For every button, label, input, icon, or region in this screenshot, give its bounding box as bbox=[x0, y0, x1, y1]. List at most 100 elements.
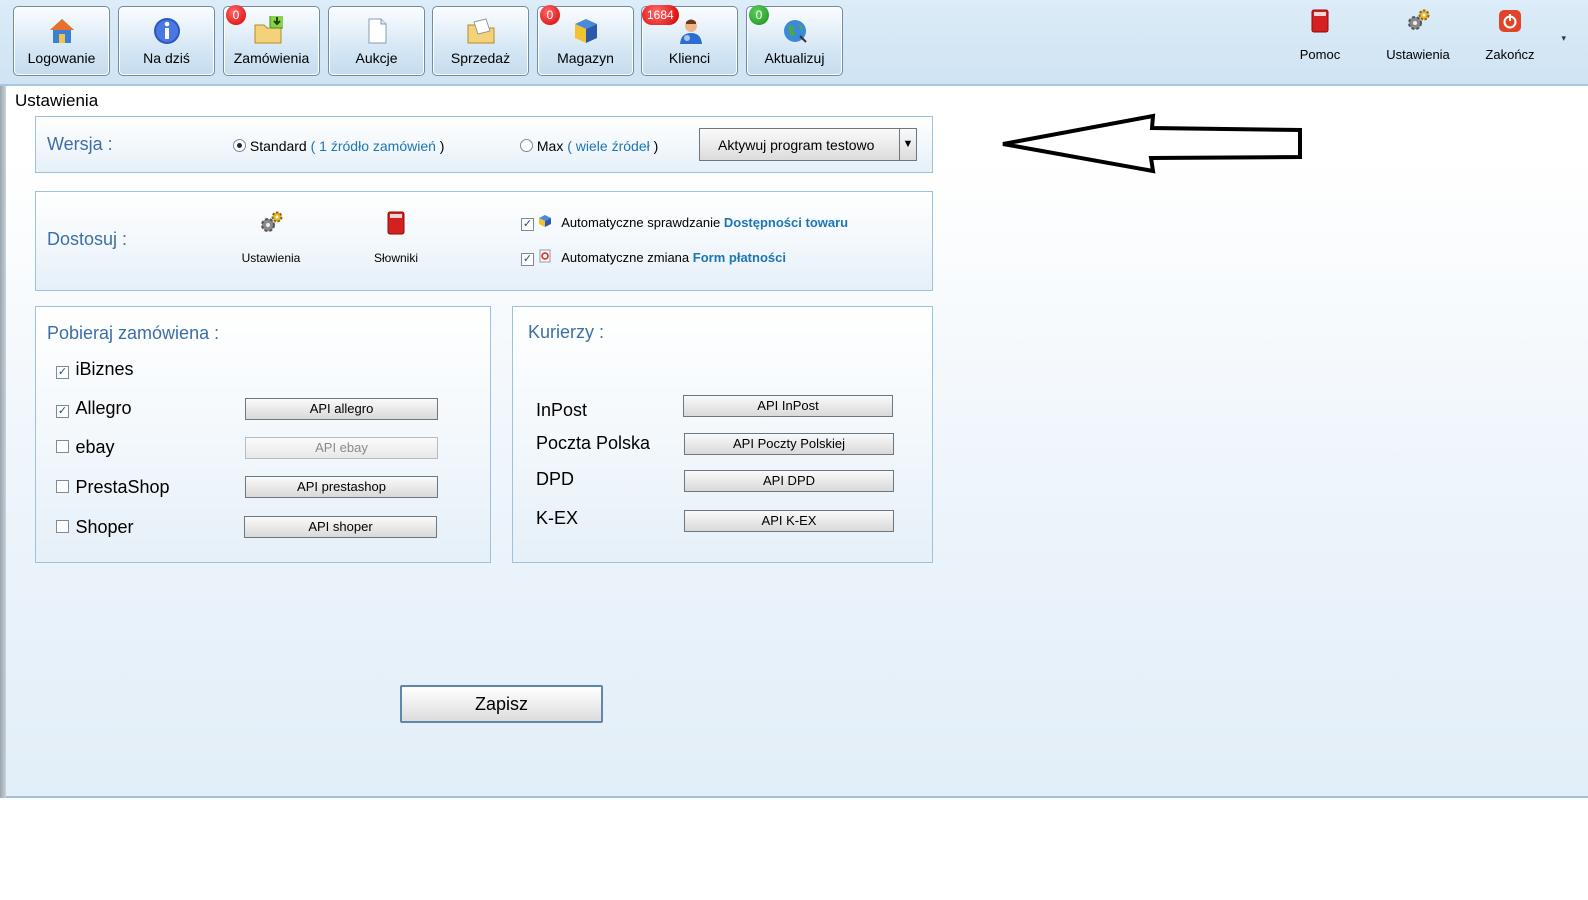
api-shoper-button[interactable]: API shoper bbox=[244, 516, 437, 538]
auto-dostepnosc-row: ✓ Automatyczne sprawdzanie Dostępności t… bbox=[521, 214, 848, 231]
ebay-row: ebay bbox=[56, 437, 115, 458]
prestashop-label: PrestaShop bbox=[75, 477, 170, 497]
sprzedaz-label: Sprzedaż bbox=[450, 50, 511, 66]
magazyn-badge: 0 bbox=[540, 5, 560, 25]
box-icon bbox=[538, 215, 551, 227]
shoper-row: Shoper bbox=[56, 517, 134, 538]
shoper-checkbox[interactable] bbox=[56, 520, 69, 533]
api-prestashop-button[interactable]: API prestashop bbox=[245, 476, 438, 498]
zapisz-button[interactable]: Zapisz bbox=[400, 685, 603, 723]
aktualizuj-label: Aktualizuj bbox=[764, 50, 825, 66]
info-icon bbox=[153, 18, 180, 44]
kurierzy-title: Kurierzy : bbox=[528, 322, 605, 342]
pobieraj-panel: Pobieraj zamówiena : ✓ iBiznes ✓ Allegro… bbox=[35, 306, 491, 563]
pomoc-label: Pomoc bbox=[1299, 47, 1341, 62]
pomoc-button[interactable]: Pomoc bbox=[1280, 6, 1360, 66]
standard-label: Standard bbox=[249, 138, 307, 154]
inpost-label: InPost bbox=[536, 400, 588, 420]
aktywuj-dropdown[interactable]: Aktywuj program testowo ▼ bbox=[699, 128, 917, 161]
max-link[interactable]: wiele źródeł bbox=[576, 138, 650, 154]
logowanie-label: Logowanie bbox=[27, 50, 96, 66]
kex-label: K-EX bbox=[536, 508, 579, 528]
api-inpost-button[interactable]: API InPost bbox=[683, 395, 893, 417]
annotation-arrow-icon bbox=[1002, 113, 1302, 174]
ibiznes-label: iBiznes bbox=[75, 359, 134, 379]
aukcje-button[interactable]: Aukcje bbox=[328, 6, 425, 76]
aktualizuj-badge: 0 bbox=[749, 5, 769, 25]
aukcje-label: Aukcje bbox=[355, 50, 398, 66]
wersja-title: Wersja : bbox=[47, 134, 113, 154]
shoper-label: Shoper bbox=[75, 517, 134, 537]
standard-open-paren: ( bbox=[310, 138, 316, 154]
sprzedaz-button[interactable]: Sprzedaż bbox=[432, 6, 529, 76]
folder-icon bbox=[467, 18, 494, 44]
standard-radio[interactable] bbox=[233, 139, 246, 152]
klienci-badge: 1684 bbox=[642, 5, 679, 25]
kurierzy-panel: Kurierzy : InPost API InPost Poczta Pols… bbox=[512, 306, 933, 563]
zakoncz-button[interactable]: Zakończ bbox=[1470, 6, 1550, 66]
form-platnosci-link[interactable]: Form płatności bbox=[693, 250, 786, 265]
power-icon bbox=[1499, 10, 1521, 32]
max-radio[interactable] bbox=[520, 139, 533, 152]
max-option[interactable]: Max ( wiele źródeł ) bbox=[520, 138, 658, 154]
house-icon bbox=[49, 19, 74, 43]
gears-icon bbox=[1408, 9, 1430, 30]
auto-platnosci-row: ✓ Automatyczne zmiana Form płatności bbox=[521, 249, 786, 266]
ustawienia-top-button[interactable]: Ustawienia bbox=[1378, 6, 1458, 66]
globe-icon bbox=[783, 20, 807, 43]
ustawienia-top-label: Ustawienia bbox=[1386, 47, 1450, 62]
ebay-label: ebay bbox=[75, 437, 115, 457]
ustawienia-shortcut[interactable]: Ustawienia bbox=[234, 210, 308, 265]
aktywuj-label: Aktywuj program testowo bbox=[718, 137, 875, 153]
ebay-checkbox[interactable] bbox=[56, 440, 69, 453]
prestashop-row: PrestaShop bbox=[56, 477, 170, 498]
max-label: Max bbox=[536, 138, 564, 154]
magazyn-label: Magazyn bbox=[557, 50, 614, 66]
zamowienia-button[interactable]: 0 Zamówienia bbox=[223, 5, 320, 76]
dostosuj-panel: Dostosuj : Ustawienia Słowniki ✓ Automat… bbox=[35, 191, 933, 291]
zakoncz-label: Zakończ bbox=[1485, 47, 1535, 62]
api-allegro-button[interactable]: API allegro bbox=[245, 398, 438, 420]
logowanie-button[interactable]: Logowanie bbox=[13, 6, 110, 76]
prestashop-checkbox[interactable] bbox=[56, 480, 69, 493]
max-close-paren: ) bbox=[653, 138, 659, 154]
dostosuj-title: Dostosuj : bbox=[47, 229, 128, 249]
top-toolbar: Logowanie Na dziś 0 Zamówienia Aukcje Sp… bbox=[0, 0, 1588, 86]
slowniki-shortcut-label: Słowniki bbox=[373, 251, 418, 265]
ibiznes-checkbox[interactable]: ✓ bbox=[56, 366, 69, 379]
ustawienia-shortcut-label: Ustawienia bbox=[241, 251, 301, 265]
slowniki-shortcut[interactable]: Słowniki bbox=[359, 210, 433, 265]
na-dzis-label: Na dziś bbox=[143, 50, 190, 66]
api-kex-button[interactable]: API K-EX bbox=[684, 510, 894, 532]
box-icon bbox=[574, 19, 597, 43]
auto-platnosci-checkbox[interactable]: ✓ bbox=[521, 253, 534, 266]
folder-download-icon bbox=[254, 16, 283, 44]
klienci-button[interactable]: 1684 Klienci bbox=[641, 5, 738, 76]
dostepnosci-link[interactable]: Dostępności towaru bbox=[724, 215, 848, 230]
auto-dostepnosc-checkbox[interactable]: ✓ bbox=[521, 218, 534, 231]
standard-close-paren: ) bbox=[439, 138, 445, 154]
api-dpd-button[interactable]: API DPD bbox=[684, 470, 894, 492]
standard-option[interactable]: Standard ( 1 źródło zamówień ) bbox=[233, 138, 444, 154]
allegro-row: ✓ Allegro bbox=[56, 398, 131, 419]
wersja-panel: Wersja : Standard ( 1 źródło zamówień ) … bbox=[35, 116, 933, 173]
dropdown-arrow-icon[interactable]: ▼ bbox=[899, 129, 916, 160]
auto-dostepnosc-text: Automatyczne sprawdzanie bbox=[561, 215, 721, 230]
na-dzis-button[interactable]: Na dziś bbox=[118, 6, 215, 76]
magazyn-button[interactable]: 0 Magazyn bbox=[537, 5, 634, 76]
book-icon bbox=[1311, 9, 1329, 33]
api-poczty-polskiej-button[interactable]: API Poczty Polskiej bbox=[684, 433, 894, 455]
klienci-label: Klienci bbox=[668, 50, 711, 66]
standard-link[interactable]: 1 źródło zamówień bbox=[319, 138, 436, 154]
aktualizuj-button[interactable]: 0 Aktualizuj bbox=[746, 5, 843, 76]
page-title: Ustawienia bbox=[15, 91, 99, 110]
pobieraj-title: Pobieraj zamówiena : bbox=[47, 323, 220, 343]
zamowienia-label: Zamówienia bbox=[233, 50, 310, 66]
max-open-paren: ( bbox=[567, 138, 572, 154]
document-icon bbox=[368, 18, 386, 44]
payment-document-icon bbox=[539, 249, 551, 263]
book-icon bbox=[387, 211, 405, 235]
allegro-checkbox[interactable]: ✓ bbox=[56, 405, 69, 418]
overflow-arrow-icon[interactable]: ▾ bbox=[1561, 33, 1566, 44]
poczta-polska-label: Poczta Polska bbox=[536, 433, 651, 453]
